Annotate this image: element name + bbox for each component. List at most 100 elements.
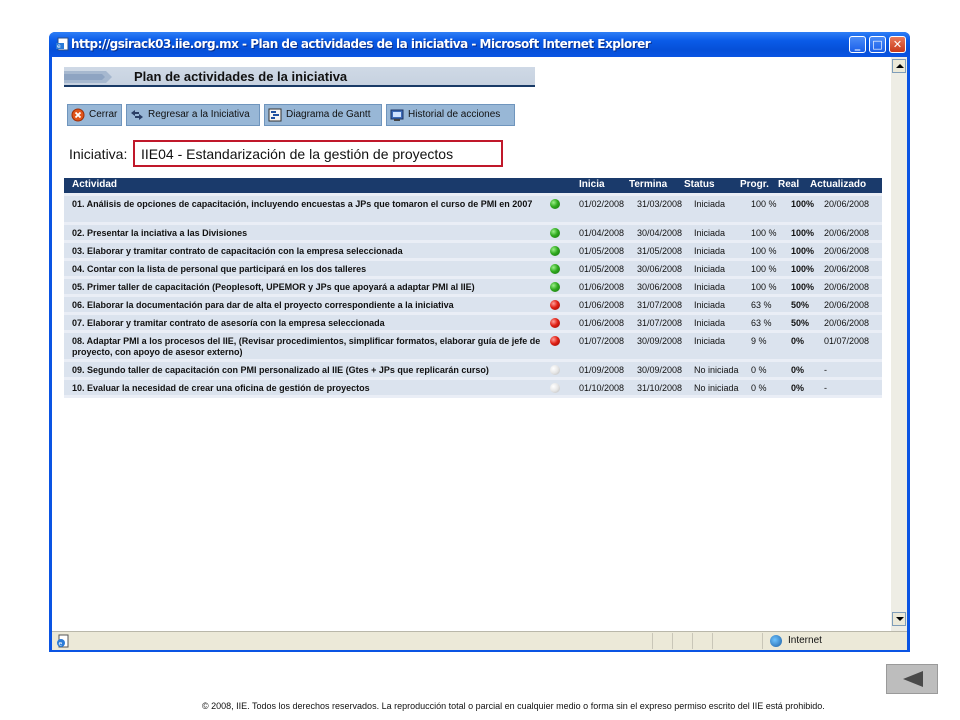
table-row[interactable]: 07. Elaborar y tramitar contrato de ases…: [64, 315, 882, 330]
svg-text:e: e: [59, 641, 63, 648]
activity-name: 06. Elaborar la documentación para dar d…: [72, 300, 454, 310]
ie-window: e http://gsirack03.iie.org.mx - Plan de …: [49, 32, 910, 652]
gantt-button[interactable]: Diagrama de Gantt: [264, 104, 382, 126]
maximize-button[interactable]: □: [869, 36, 886, 53]
title-bar[interactable]: e http://gsirack03.iie.org.mx - Plan de …: [49, 32, 910, 57]
history-icon: [390, 109, 404, 121]
cell-termina: 30/06/2008: [637, 264, 683, 274]
col-termina[interactable]: Termina: [629, 179, 667, 190]
status-light-icon: [550, 282, 560, 292]
table-row[interactable]: 05. Primer taller de capacitación (Peopl…: [64, 279, 882, 294]
cell-termina: 31/07/2008: [637, 318, 683, 328]
cell-status: Iniciada: [694, 318, 726, 328]
cell-progr: 100 %: [751, 264, 777, 274]
cell-progr: 100 %: [751, 246, 777, 256]
cell-status: Iniciada: [694, 336, 726, 346]
cell-actualizado: 20/06/2008: [824, 282, 870, 292]
cell-real: 100%: [791, 199, 815, 209]
cell-progr: 100 %: [751, 282, 777, 292]
status-light-icon: [550, 336, 560, 346]
col-inicia[interactable]: Inicia: [579, 179, 605, 190]
cell-actualizado: -: [824, 383, 827, 393]
status-light-icon: [550, 365, 560, 375]
table-header: Actividad Inicia Termina Status Progr. R…: [64, 178, 882, 193]
cell-termina: 30/06/2008: [637, 282, 683, 292]
status-light-icon: [550, 228, 560, 238]
cell-actualizado: -: [824, 365, 827, 375]
gantt-chart-icon: [268, 108, 282, 122]
activity-name: 10. Evaluar la necesidad de crear una of…: [72, 383, 370, 393]
close-window-button[interactable]: ✕: [889, 36, 906, 53]
back-to-initiative-button[interactable]: Regresar a la Iniciativa: [126, 104, 260, 126]
cell-progr: 9 %: [751, 336, 767, 346]
table-row[interactable]: 03. Elaborar y tramitar contrato de capa…: [64, 243, 882, 258]
cell-status: Iniciada: [694, 246, 726, 256]
table-row[interactable]: 08. Adaptar PMI a los procesos del IIE, …: [64, 333, 882, 359]
cell-inicia: 01/05/2008: [579, 246, 625, 256]
table-row[interactable]: 09. Segundo taller de capacitación con P…: [64, 362, 882, 377]
table-row[interactable]: 04. Contar con la lista de personal que …: [64, 261, 882, 276]
cell-inicia: 01/09/2008: [579, 365, 625, 375]
col-actividad[interactable]: Actividad: [72, 179, 117, 190]
close-button[interactable]: Cerrar: [67, 104, 122, 126]
gantt-label: Diagrama de Gantt: [286, 109, 371, 120]
cell-progr: 0 %: [751, 383, 767, 393]
copyright-footer: © 2008, IIE. Todos los derechos reservad…: [202, 701, 825, 711]
cell-real: 100%: [791, 246, 815, 256]
cell-status: Iniciada: [694, 282, 726, 292]
cell-actualizado: 20/06/2008: [824, 264, 870, 274]
history-button[interactable]: Historial de acciones: [386, 104, 515, 126]
table-row[interactable]: 01. Análisis de opciones de capacitación…: [64, 196, 882, 222]
previous-slide-button[interactable]: [886, 664, 938, 694]
cell-actualizado: 20/06/2008: [824, 199, 870, 209]
security-zone[interactable]: Internet: [770, 634, 905, 649]
table-row[interactable]: 02. Presentar la inciativa a las Divisio…: [64, 225, 882, 240]
col-progr[interactable]: Progr.: [740, 179, 769, 190]
col-real[interactable]: Real: [778, 179, 799, 190]
page-title: Plan de actividades de la iniciativa: [134, 69, 348, 84]
minimize-icon: _: [854, 38, 861, 51]
header-underline: [64, 85, 535, 87]
cell-status: Iniciada: [694, 199, 726, 209]
zone-label: Internet: [788, 635, 822, 646]
close-label: Cerrar: [89, 109, 118, 120]
cell-inicia: 01/06/2008: [579, 318, 625, 328]
activities-table: Actividad Inicia Termina Status Progr. R…: [64, 178, 882, 398]
cell-inicia: 01/10/2008: [579, 383, 625, 393]
cell-real: 0%: [791, 383, 805, 393]
cell-status: No iniciada: [694, 383, 739, 393]
col-status[interactable]: Status: [684, 179, 715, 190]
cell-real: 100%: [791, 228, 815, 238]
cell-inicia: 01/02/2008: [579, 199, 625, 209]
cell-termina: 31/03/2008: [637, 199, 683, 209]
vertical-scrollbar[interactable]: [891, 57, 907, 631]
close-icon: ✕: [892, 38, 903, 51]
scroll-down-icon[interactable]: [892, 612, 906, 626]
table-row[interactable]: 06. Elaborar la documentación para dar d…: [64, 297, 882, 312]
cell-actualizado: 01/07/2008: [824, 336, 870, 346]
cell-real: 0%: [791, 365, 805, 375]
status-light-icon: [550, 264, 560, 274]
cell-termina: 31/05/2008: [637, 246, 683, 256]
status-light-icon: [550, 199, 560, 209]
scroll-up-icon[interactable]: [892, 59, 906, 73]
cell-real: 100%: [791, 264, 815, 274]
svg-text:e: e: [57, 43, 61, 50]
maximize-icon: □: [872, 38, 883, 51]
history-label: Historial de acciones: [408, 109, 501, 120]
back-arrows-icon: [131, 110, 143, 120]
cell-status: Iniciada: [694, 228, 726, 238]
window-title: http://gsirack03.iie.org.mx - Plan de ac…: [71, 37, 651, 51]
minimize-button[interactable]: _: [849, 36, 866, 53]
col-actualizado[interactable]: Actualizado: [810, 179, 866, 190]
cell-real: 0%: [791, 336, 805, 346]
cell-progr: 63 %: [751, 318, 772, 328]
close-icon: [71, 108, 85, 122]
cell-termina: 30/04/2008: [637, 228, 683, 238]
table-row[interactable]: 10. Evaluar la necesidad de crear una of…: [64, 380, 882, 395]
activity-name: 02. Presentar la inciativa a las Divisio…: [72, 228, 248, 238]
activity-name: 01. Análisis de opciones de capacitación…: [72, 199, 533, 209]
cell-termina: 31/07/2008: [637, 300, 683, 310]
cell-actualizado: 20/06/2008: [824, 318, 870, 328]
cell-actualizado: 20/06/2008: [824, 246, 870, 256]
